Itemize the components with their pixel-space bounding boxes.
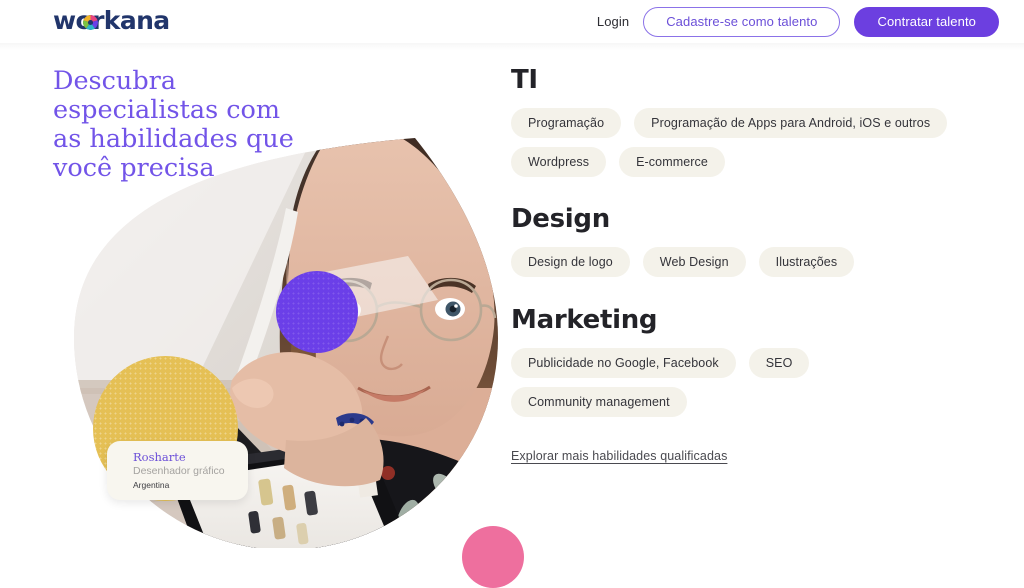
section-title-marketing: Marketing [511, 305, 658, 335]
skills-section-ti: TI Programação Programação de Apps para … [511, 65, 1001, 177]
pill-row-ti: Programação Programação de Apps para And… [511, 108, 956, 177]
signup-talent-button[interactable]: Cadastre-se como talento [643, 6, 841, 37]
site-header: workana Login Cadastre-se como talento C… [0, 0, 1024, 43]
skill-pill[interactable]: Ilustrações [758, 247, 855, 277]
skills-section-design: Design Design de logo Web Design Ilustra… [511, 204, 1001, 277]
skill-pill[interactable]: Programação [511, 108, 622, 138]
skill-pill[interactable]: Design de logo [511, 247, 630, 277]
skill-pill[interactable]: Programação de Apps para Android, iOS e … [634, 108, 948, 138]
skills-column: TI Programação Programação de Apps para … [511, 43, 1001, 465]
hero-photo-group: Rosharte Desenhador gráfico Argentina [36, 88, 524, 588]
profile-country: Argentina [133, 480, 170, 490]
section-title-design: Design [511, 204, 610, 234]
logo-wordmark: workana [53, 6, 170, 35]
skills-section-marketing: Marketing Publicidade no Google, Faceboo… [511, 305, 1001, 417]
skill-pill[interactable]: Web Design [642, 247, 746, 277]
hero-photo [74, 138, 498, 548]
skill-pill[interactable]: E-commerce [619, 147, 725, 177]
skill-pill[interactable]: SEO [748, 348, 810, 378]
explore-more-skills-link[interactable]: Explorar mais habilidades qualificadas [511, 449, 727, 463]
workana-circle-mark-icon [82, 15, 98, 30]
pill-row-marketing: Publicidade no Google, Facebook SEO Comm… [511, 348, 956, 417]
header-actions: Login Cadastre-se como talento Contratar… [597, 0, 999, 43]
hire-talent-button[interactable]: Contratar talento [854, 6, 999, 37]
pill-row-design: Design de logo Web Design Ilustrações [511, 247, 956, 277]
profile-name: Rosharte [133, 450, 186, 464]
skill-pill[interactable]: Publicidade no Google, Facebook [511, 348, 736, 378]
section-title-ti: TI [511, 65, 538, 95]
skill-pill[interactable]: Wordpress [511, 147, 607, 177]
decorative-circle-purple [276, 271, 358, 353]
skill-pill[interactable]: Community management [511, 387, 687, 417]
profile-role: Desenhador gráfico [133, 465, 225, 477]
hero-visual-column: Descubra especialistas com as habilidade… [0, 43, 524, 588]
login-link[interactable]: Login [597, 14, 629, 29]
freelancer-profile-card[interactable]: Rosharte Desenhador gráfico Argentina [107, 441, 248, 500]
decorative-circle-pink [462, 526, 524, 588]
workana-logo[interactable]: workana [53, 6, 170, 36]
